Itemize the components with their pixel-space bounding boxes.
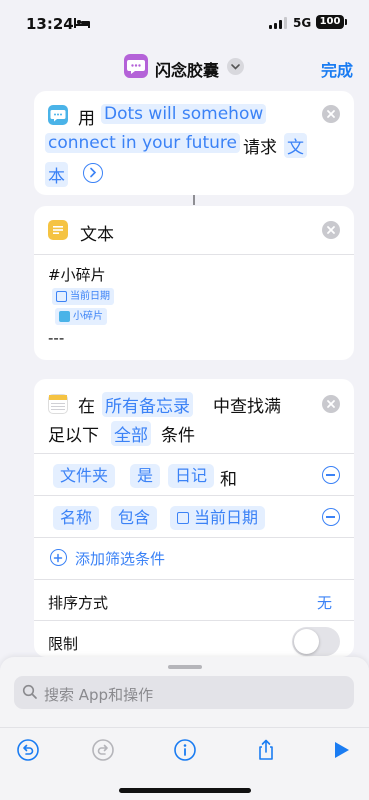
divider: [34, 254, 354, 255]
prompt-token-continued[interactable]: connect in your future: [45, 133, 240, 153]
divider: [34, 620, 354, 621]
cellular-signal-icon: [269, 17, 287, 29]
action-connector: [193, 195, 195, 205]
plus-icon: [53, 553, 63, 563]
delete-action-button[interactable]: [322, 221, 340, 239]
notes-icon: [48, 394, 68, 414]
done-button[interactable]: 完成: [321, 57, 353, 81]
add-filter-button[interactable]: 添加筛选条件: [75, 548, 165, 569]
text-line-tag[interactable]: #小碎片: [48, 264, 106, 285]
input-type-token[interactable]: 文: [284, 133, 307, 158]
input-type-token-continued[interactable]: 本: [45, 162, 68, 187]
text-action-title: 文本: [80, 225, 114, 245]
divider: [34, 537, 354, 538]
sleep-focus-icon: [74, 18, 90, 28]
filter-field-chip[interactable]: 文件夹: [53, 464, 116, 488]
filter-operator-chip[interactable]: 是: [130, 464, 161, 488]
close-icon: [327, 226, 335, 234]
speech-bubble-icon: [59, 311, 70, 322]
network-type: 5G: [293, 16, 312, 30]
chevron-down-icon: [231, 64, 240, 70]
filter-operator-chip[interactable]: 包含: [111, 506, 158, 530]
shortcut-icon[interactable]: [124, 54, 148, 78]
nav-bar: 闪念胶囊 完成: [0, 44, 369, 88]
search-input[interactable]: 搜索 App和操作: [44, 684, 153, 705]
filter-value-chip[interactable]: 当前日期: [170, 506, 266, 530]
delete-action-button[interactable]: [322, 395, 340, 413]
search-icon: [22, 684, 37, 699]
status-time: 13:24: [26, 15, 74, 33]
speech-bubble-icon: [48, 105, 68, 125]
expand-button[interactable]: [83, 163, 103, 183]
action-request-text: 请求: [243, 138, 277, 158]
share-icon[interactable]: [254, 738, 278, 762]
snippet-variable-label: 小碎片: [73, 311, 103, 322]
action-prefix: 用: [78, 109, 95, 129]
speech-bubble-icon: [127, 60, 145, 74]
text-icon: [48, 220, 68, 240]
current-date-label: 当前日期: [70, 291, 110, 302]
sheet-grabber[interactable]: [168, 665, 202, 669]
close-icon: [327, 110, 335, 118]
calendar-icon: [177, 512, 189, 524]
undo-icon[interactable]: [16, 738, 40, 762]
home-indicator: [119, 788, 251, 793]
limit-label: 限制: [48, 635, 79, 653]
limit-toggle[interactable]: [292, 627, 340, 656]
shortcut-title[interactable]: 闪念胶囊: [155, 57, 219, 81]
prompt-token[interactable]: Dots will somehow: [101, 104, 267, 124]
title-menu-button[interactable]: [227, 58, 244, 75]
chevron-right-icon: [90, 167, 97, 178]
search-bar[interactable]: 搜索 App和操作: [14, 676, 354, 709]
current-date-token[interactable]: 当前日期: [52, 288, 114, 305]
info-icon[interactable]: [173, 738, 197, 762]
find-notes-action[interactable]: 在 所有备忘录 中查找满 足以下 全部 条件 文件夹 是 日记 和 名称 包含 …: [34, 379, 354, 657]
find-line2-suffix: 条件: [161, 426, 195, 446]
sort-value-button[interactable]: 无: [317, 592, 332, 613]
remove-filter-button[interactable]: [322, 508, 340, 526]
editor-toolbar: [0, 727, 369, 771]
calendar-icon: [56, 291, 67, 302]
status-bar: 13:24 5G 100: [0, 0, 369, 44]
text-action[interactable]: 文本 #小碎片 当前日期 小碎片 ---: [34, 206, 354, 360]
filter-row: 文件夹 是 日记 和: [34, 453, 354, 495]
delete-action-button[interactable]: [322, 105, 340, 123]
find-prefix: 在: [78, 397, 95, 417]
close-icon: [327, 400, 335, 408]
action-library-sheet: 搜索 App和操作: [0, 657, 369, 800]
filter-value-chip[interactable]: 日记: [168, 464, 215, 488]
redo-icon[interactable]: [91, 738, 115, 762]
find-middle-text: 中查找满: [213, 397, 281, 417]
add-filter-icon[interactable]: [50, 549, 67, 566]
divider: [34, 579, 354, 580]
play-icon[interactable]: [329, 738, 353, 762]
filter-field-chip[interactable]: 名称: [53, 506, 100, 530]
filter-value-label: 当前日期: [194, 508, 259, 527]
ask-for-input-action[interactable]: 用 Dots will somehow connect in your futu…: [34, 91, 354, 195]
battery-icon: 100: [316, 15, 347, 29]
text-line-separator[interactable]: ---: [48, 329, 64, 347]
snippet-variable-token[interactable]: 小碎片: [55, 308, 107, 325]
match-mode-token[interactable]: 全部: [111, 421, 151, 446]
find-line2-prefix: 足以下: [48, 426, 99, 446]
sort-label: 排序方式: [48, 594, 109, 612]
remove-filter-button[interactable]: [322, 466, 340, 484]
notes-source-token[interactable]: 所有备忘录: [102, 392, 193, 417]
filter-joiner: 和: [220, 470, 237, 490]
filter-row: 名称 包含 当前日期: [34, 495, 354, 537]
